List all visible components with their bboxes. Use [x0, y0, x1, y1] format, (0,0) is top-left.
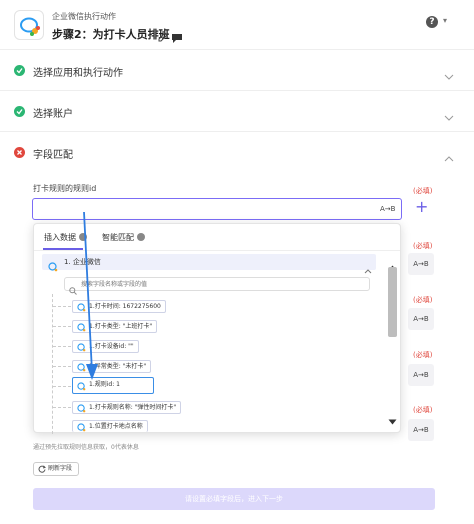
edit-icon[interactable]	[158, 27, 168, 46]
tab-smart-match[interactable]: 智能匹配	[102, 232, 145, 243]
required-label: (必填)	[413, 187, 433, 195]
item-text: 1.打卡时间: 1672275600	[89, 303, 161, 310]
node-icon	[77, 382, 86, 397]
app-name: 企业微信执行动作	[52, 12, 116, 21]
item-text: 1.位置打卡地点名称	[89, 423, 143, 430]
list-item-rule-id[interactable]: 1.规则id: 1	[72, 377, 154, 394]
list-item[interactable]: 1.打卡设备id: ""	[72, 340, 139, 353]
required-label: (必填)	[413, 296, 433, 304]
section-label: 字段匹配	[33, 150, 73, 161]
menu-caret-icon[interactable]: ▾	[443, 16, 447, 25]
chevron-up-icon[interactable]	[364, 259, 372, 278]
error-circle-icon	[14, 147, 25, 158]
chevron-down-icon[interactable]	[444, 65, 454, 84]
ab-mapping-chip[interactable]: A→B	[408, 419, 434, 441]
chevron-up-icon[interactable]	[444, 147, 454, 166]
add-field-button[interactable]: +	[415, 199, 428, 215]
item-text: 1.规则id: 1	[89, 381, 120, 388]
tree-connector	[53, 386, 71, 387]
required-label: (必填)	[413, 351, 433, 359]
node-icon	[77, 423, 86, 436]
tree-guide-line	[52, 294, 53, 434]
tree-connector	[53, 346, 71, 347]
tree-root-label: 1. 企业微信	[64, 258, 101, 266]
search-input[interactable]	[81, 279, 361, 289]
refresh-fields-button[interactable]: 刷新字段	[33, 462, 79, 476]
item-text: 1.异常类型: "未打卡"	[89, 363, 147, 370]
item-text: 1.打卡规则名称: "弹性时间打卡"	[89, 404, 177, 411]
list-item[interactable]: 1.异常类型: "未打卡"	[72, 360, 152, 376]
scroll-down-icon[interactable]	[388, 410, 397, 429]
node-icon	[48, 257, 58, 276]
section-select-app[interactable]: 选择应用和执行动作	[0, 51, 474, 91]
search-icon	[69, 280, 77, 299]
tree-connector	[53, 326, 71, 327]
list-item[interactable]: 1.位置打卡地点名称	[72, 420, 148, 432]
chevron-down-icon[interactable]	[444, 106, 454, 125]
list-item[interactable]: 1.打卡规则名称: "弹性时间打卡"	[72, 401, 182, 417]
node-icon	[77, 343, 86, 356]
insert-data-popup: 插入数据 智能匹配 1. 企业微信 1.打卡时间: 1672275600 1.打…	[33, 223, 401, 434]
tree-root-wecom[interactable]: 1. 企业微信	[42, 254, 376, 274]
scrollbar-thumb[interactable]	[388, 267, 397, 337]
refresh-label: 刷新字段	[48, 465, 73, 472]
rule-id-input[interactable]: A→B	[32, 198, 402, 220]
tree-connector	[53, 407, 71, 408]
help-icon[interactable]: ?	[426, 16, 438, 28]
list-item[interactable]: 1.打卡类型: "上班打卡"	[72, 320, 158, 336]
divider	[34, 250, 400, 251]
node-icon	[77, 303, 86, 316]
node-icon	[77, 404, 86, 417]
hint-text: 通过预先拉取规则信息获取，0代表休息	[33, 444, 139, 451]
section-select-account[interactable]: 选择账户	[0, 92, 474, 132]
step-title: 步骤2：为打卡人员排班	[52, 28, 170, 41]
page-header: 企业微信执行动作 步骤2：为打卡人员排班 ? ▾	[0, 0, 474, 50]
section-label: 选择账户	[33, 109, 73, 120]
info-icon	[137, 233, 145, 241]
item-text: 1.打卡设备id: ""	[89, 343, 134, 350]
ab-mapping-chip[interactable]: A→B	[408, 308, 434, 330]
list-item[interactable]: 1.打卡时间: 1672275600	[72, 300, 166, 313]
item-text: 1.打卡类型: "上班打卡"	[89, 323, 153, 330]
tab-insert-data[interactable]: 插入数据	[44, 232, 87, 243]
node-icon	[77, 363, 86, 376]
next-step-button[interactable]: 请设置必填字段后，进入下一步	[33, 488, 435, 510]
required-label: (必填)	[413, 406, 433, 414]
wecom-logo-icon	[14, 10, 44, 40]
field-label: 打卡规则的规则id	[33, 184, 97, 193]
field-search-box[interactable]	[64, 277, 370, 295]
section-field-mapping[interactable]: 字段匹配	[0, 133, 474, 173]
check-circle-icon	[14, 65, 25, 76]
info-icon	[79, 233, 87, 241]
ab-mapping-chip[interactable]: A→B	[408, 364, 434, 386]
ab-mapping-chip[interactable]: A→B	[408, 253, 434, 275]
check-circle-icon	[14, 106, 25, 117]
tree-connector	[53, 366, 71, 367]
node-icon	[77, 323, 86, 336]
section-label: 选择应用和执行动作	[33, 68, 123, 79]
comment-icon[interactable]	[172, 28, 182, 47]
refresh-icon	[38, 465, 46, 478]
tab-label: 插入数据	[44, 233, 76, 242]
tree-connector	[53, 306, 71, 307]
required-label: (必填)	[413, 242, 433, 250]
tab-label: 智能匹配	[102, 233, 134, 242]
ab-mapping-chip[interactable]: A→B	[380, 205, 395, 213]
